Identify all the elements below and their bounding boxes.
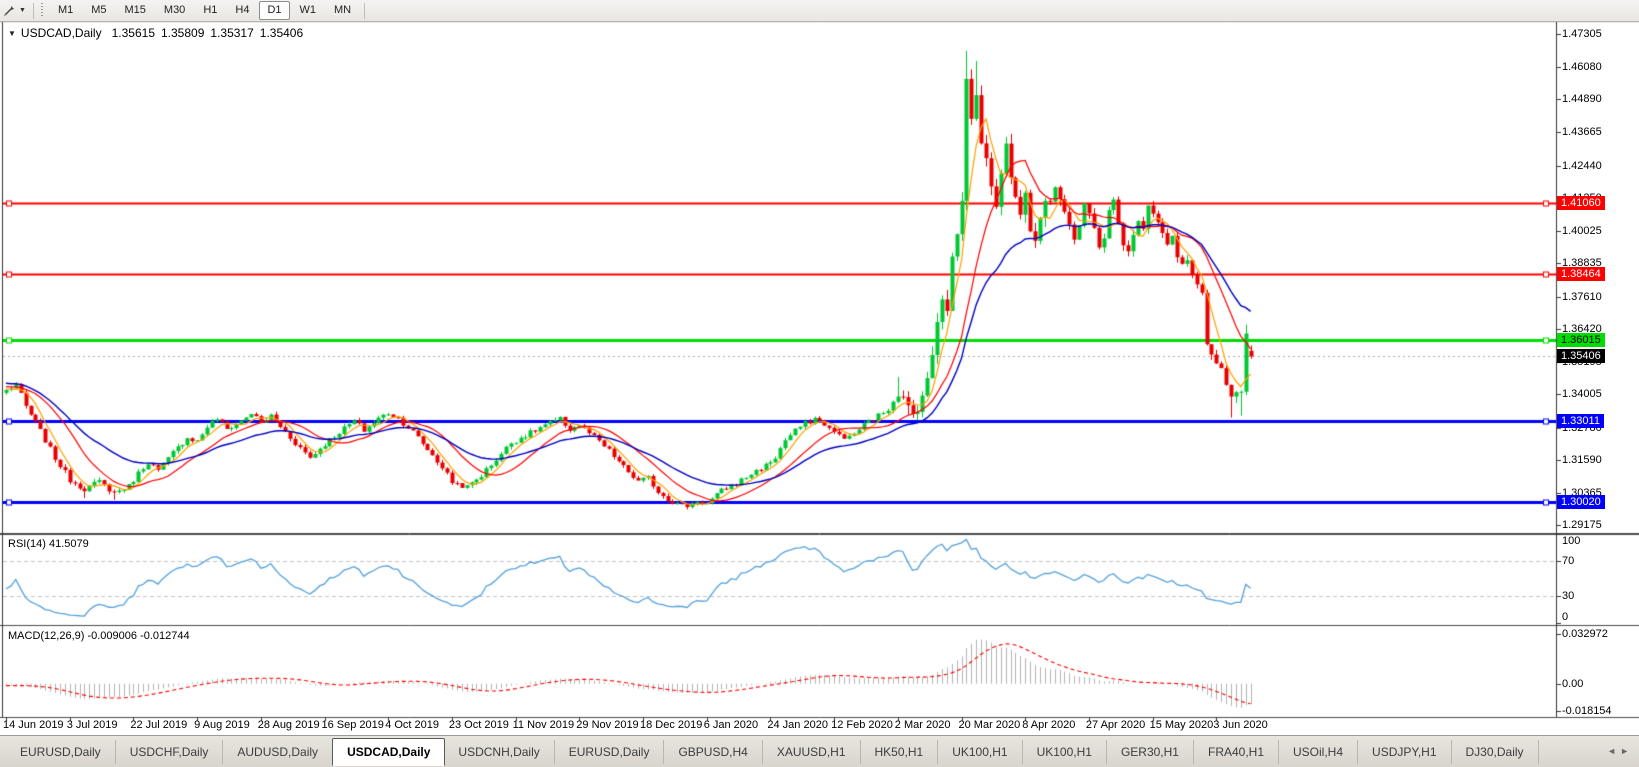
timeframe-button-h4[interactable]: H4 (227, 1, 257, 20)
tab-scroll-arrows: ◄► (1607, 746, 1633, 756)
timeframe-button-mn[interactable]: MN (326, 1, 359, 20)
timeframe-button-w1[interactable]: W1 (292, 1, 325, 20)
toolbar-grip-handle[interactable] (39, 3, 46, 18)
trading-platform-window: ▼ M1M5M15M30H1H4D1W1MN ▼USDCAD,Daily1.35… (0, 0, 1639, 767)
tab-scroll-right-icon[interactable]: ► (1620, 746, 1633, 756)
tool-dropdown-caret-icon[interactable]: ▼ (19, 7, 26, 14)
symbol-tab-usdjpy-h1[interactable]: USDJPY,H1 (1358, 740, 1451, 764)
tab-scroll-left-icon[interactable]: ◄ (1607, 746, 1620, 756)
timeframe-toolbar: ▼ M1M5M15M30H1H4D1W1MN (0, 0, 1639, 22)
symbol-tab-usoil-h4[interactable]: USOil,H4 (1279, 740, 1358, 764)
symbol-tab-ger30-h1[interactable]: GER30,H1 (1107, 740, 1194, 764)
symbol-tab-xauusd-h1[interactable]: XAUUSD,H1 (763, 740, 861, 764)
symbol-tabs: EURUSD,DailyUSDCHF,DailyAUDUSD,DailyUSDC… (0, 736, 1539, 767)
symbol-tab-uk100-h1[interactable]: UK100,H1 (938, 740, 1022, 764)
timeframe-buttons-group: M1M5M15M30H1H4D1W1MN (49, 1, 360, 20)
symbol-tab-usdchf-daily[interactable]: USDCHF,Daily (116, 740, 224, 764)
timeframe-button-m30[interactable]: M30 (156, 1, 193, 20)
toolbar-separator (364, 3, 365, 19)
toolbar-separator (33, 3, 34, 19)
symbol-tab-gbpusd-h4[interactable]: GBPUSD,H4 (664, 740, 762, 764)
timeframe-button-d1[interactable]: D1 (259, 1, 289, 20)
timeframe-button-m15[interactable]: M15 (117, 1, 154, 20)
symbol-tab-fra40-h1[interactable]: FRA40,H1 (1194, 740, 1279, 764)
symbol-tab-uk100-h1[interactable]: UK100,H1 (1023, 740, 1107, 764)
timeframe-button-m1[interactable]: M1 (50, 1, 81, 20)
symbol-tab-usdcnh-daily[interactable]: USDCNH,Daily (444, 740, 554, 764)
price-chart-canvas[interactable] (0, 0, 1639, 767)
symbol-tab-usdcad-daily[interactable]: USDCAD,Daily (332, 738, 445, 766)
symbol-tab-audusd-daily[interactable]: AUDUSD,Daily (223, 740, 333, 764)
timeframe-button-h1[interactable]: H1 (195, 1, 225, 20)
timeframe-button-m5[interactable]: M5 (83, 1, 114, 20)
crosshair-tool-button[interactable]: ▼ (0, 3, 29, 18)
symbol-tab-eurusd-daily[interactable]: EURUSD,Daily (555, 740, 665, 764)
symbol-tab-eurusd-daily[interactable]: EURUSD,Daily (6, 740, 116, 764)
symbol-tab-hk50-h1[interactable]: HK50,H1 (861, 740, 939, 764)
symbol-tab-dj30-daily[interactable]: DJ30,Daily (1452, 740, 1539, 764)
crosshair-cursor-icon (3, 4, 16, 17)
symbol-tab-bar: EURUSD,DailyUSDCHF,DailyAUDUSD,DailyUSDC… (0, 735, 1639, 767)
